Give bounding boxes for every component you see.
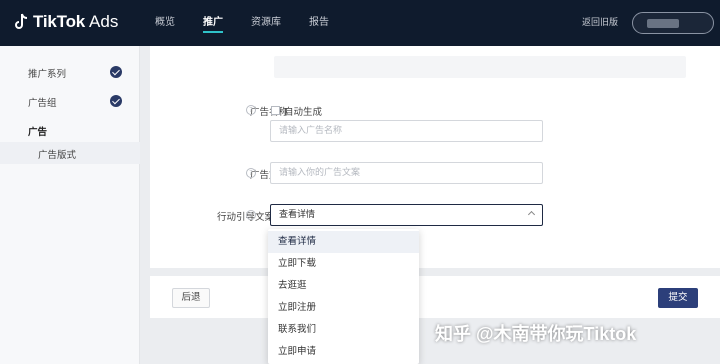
dropdown-option[interactable]: 查看详情 bbox=[268, 231, 419, 253]
help-icon[interactable]: ? bbox=[246, 105, 256, 115]
nav-item-library[interactable]: 资源库 bbox=[251, 0, 281, 46]
nav-item-overview[interactable]: 概览 bbox=[155, 0, 175, 46]
account-name-redacted bbox=[647, 19, 679, 28]
submit-button[interactable]: 提交 bbox=[658, 288, 698, 308]
top-nav-bar: TikTok Ads 概览 推广 资源库 报告 返回旧版 bbox=[0, 0, 720, 46]
ad-text-input[interactable]: 请输入你的广告文案 bbox=[270, 162, 543, 184]
help-icon[interactable]: ? bbox=[246, 210, 256, 220]
dropdown-option[interactable]: 去逛逛 bbox=[268, 275, 419, 297]
watermark: 知乎 @木南带你玩Tiktok bbox=[435, 324, 637, 344]
sidebar-subitem-ad-format[interactable]: 广告版式 bbox=[0, 142, 140, 164]
check-circle-icon bbox=[110, 66, 122, 78]
sidebar-subitem-label: 广告版式 bbox=[38, 150, 77, 161]
brand-name: TikTok bbox=[33, 12, 86, 31]
top-info-strip bbox=[274, 56, 686, 78]
sidebar: 推广系列 广告组 广告 广告版式 bbox=[0, 46, 140, 364]
cta-select-value: 查看详情 bbox=[279, 210, 316, 220]
dropdown-option[interactable]: 立即下载 bbox=[268, 253, 419, 275]
cta-select[interactable]: 查看详情 bbox=[270, 204, 543, 226]
account-switcher[interactable] bbox=[632, 12, 714, 34]
form-footer: 后退 提交 bbox=[150, 276, 720, 318]
brand-suffix: Ads bbox=[89, 12, 119, 31]
tiktok-logo-icon bbox=[15, 13, 28, 29]
ad-name-input[interactable]: 请输入广告名称 bbox=[270, 120, 543, 142]
nav-item-reports[interactable]: 报告 bbox=[309, 0, 329, 46]
cta-label: 行动引导文案 bbox=[216, 212, 274, 223]
auto-generate-checkbox[interactable] bbox=[271, 106, 280, 115]
back-to-old-version-link[interactable]: 返回旧版 bbox=[582, 0, 618, 46]
dropdown-option[interactable]: 联系我们 bbox=[268, 319, 419, 341]
sidebar-item-ad[interactable]: 广告 bbox=[28, 124, 47, 138]
sidebar-item-adgroup[interactable]: 广告组 bbox=[28, 95, 57, 109]
main-nav: 概览 推广 资源库 报告 bbox=[155, 0, 357, 46]
tiktok-ads-logo[interactable]: TikTok Ads bbox=[14, 12, 118, 32]
dropdown-option[interactable]: 立即申请 bbox=[268, 341, 419, 363]
check-circle-icon bbox=[110, 95, 122, 107]
nav-item-promotion[interactable]: 推广 bbox=[203, 0, 223, 46]
chevron-up-icon bbox=[527, 210, 536, 219]
cta-dropdown-menu: 查看详情 立即下载 去逛逛 立即注册 联系我们 立即申请 bbox=[268, 229, 419, 364]
auto-generate-label: 自动生成 bbox=[284, 107, 323, 118]
back-button[interactable]: 后退 bbox=[172, 288, 210, 308]
help-icon[interactable]: ? bbox=[246, 168, 256, 178]
sidebar-item-campaign[interactable]: 推广系列 bbox=[28, 66, 66, 80]
dropdown-option[interactable]: 立即注册 bbox=[268, 297, 419, 319]
ad-form-card: 广告名称 ? 自动生成 请输入广告名称 广告文案 ? 请输入你的广告文案 行动引… bbox=[150, 46, 720, 268]
